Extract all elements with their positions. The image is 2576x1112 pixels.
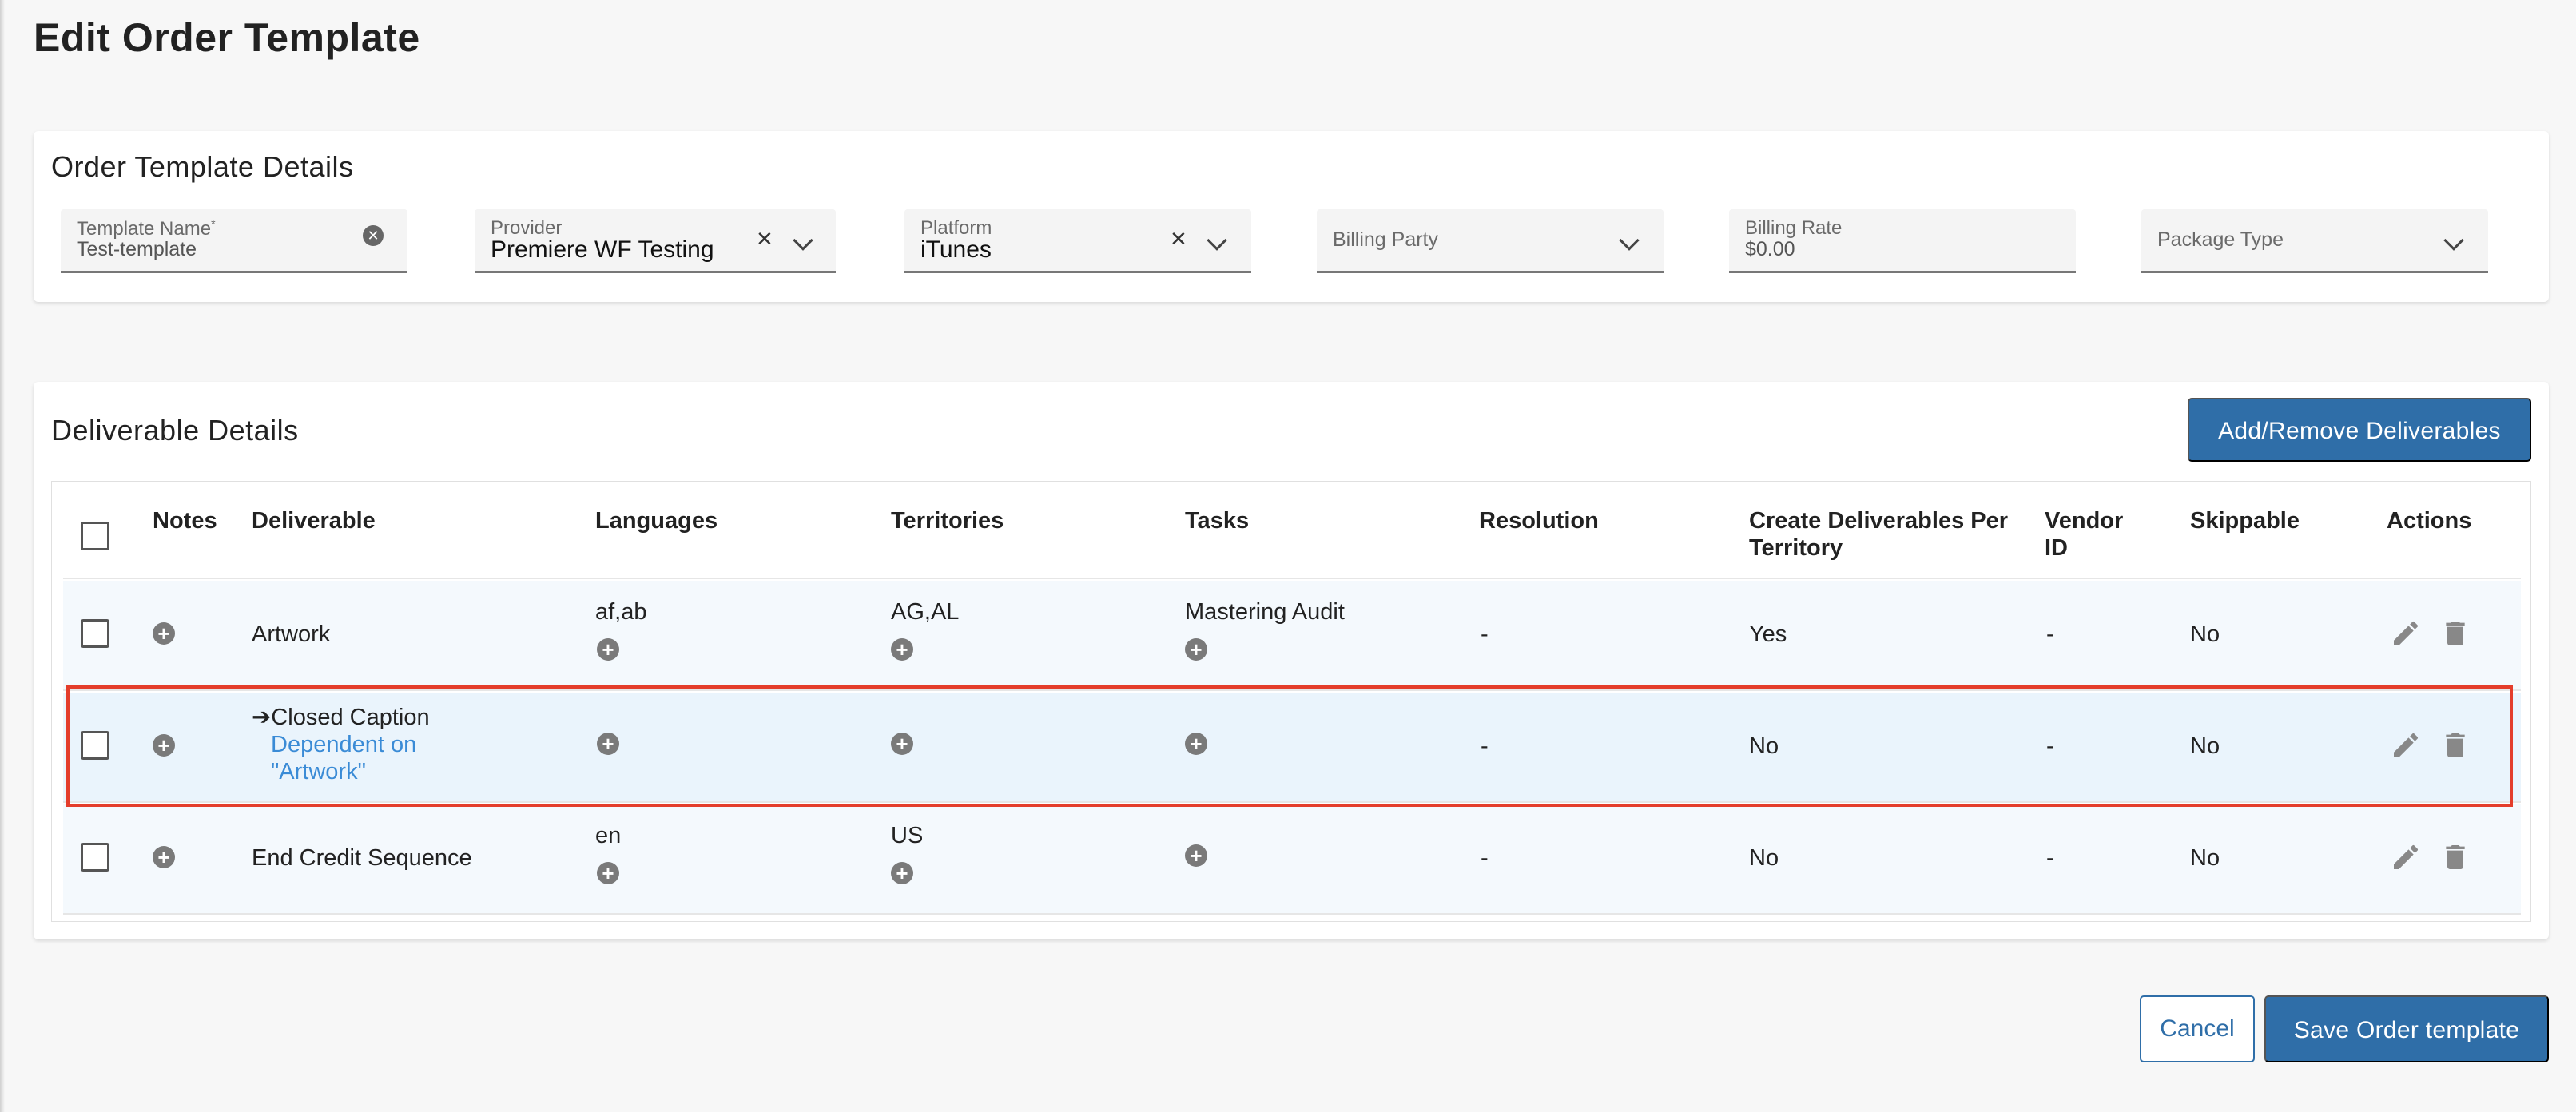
order-template-details-title: Order Template Details — [51, 150, 354, 183]
chevron-down-icon[interactable] — [1619, 230, 1640, 251]
edit-pencil-icon[interactable] — [2390, 729, 2422, 761]
skippable-value: No — [2190, 622, 2220, 647]
resolution-value: - — [1481, 733, 1489, 759]
billing-party-field[interactable]: Billing Party — [1317, 209, 1664, 273]
template-name-field[interactable]: Template Name* Test-template ✕ — [61, 209, 407, 273]
column-header-tasks: Tasks — [1185, 508, 1250, 534]
create-per-territory-value: No — [1749, 845, 1779, 871]
column-header-languages: Languages — [595, 508, 718, 534]
save-order-template-button[interactable]: Save Order template — [2264, 995, 2549, 1062]
column-header-actions: Actions — [2387, 508, 2472, 534]
add-task-icon[interactable]: + — [1185, 733, 1207, 755]
add-language-icon[interactable]: + — [597, 862, 619, 884]
arrow-right-icon: ➔ — [252, 705, 272, 730]
add-territory-icon[interactable]: + — [891, 733, 913, 755]
languages-value: af,ab — [595, 599, 647, 625]
vendor-id-value: - — [2046, 733, 2054, 759]
add-task-icon[interactable]: + — [1185, 638, 1207, 661]
edit-pencil-icon[interactable] — [2390, 841, 2422, 873]
package-type-field[interactable]: Package Type — [2141, 209, 2488, 273]
page-title: Edit Order Template — [34, 15, 420, 60]
column-header-vendor-id: Vendor ID — [2045, 508, 2124, 561]
column-header-create-per-territory: Create Deliverables Per Territory — [1749, 508, 2009, 561]
add-note-icon[interactable]: + — [153, 734, 175, 757]
add-note-icon[interactable]: + — [153, 846, 175, 868]
billing-party-label: Billing Party — [1333, 228, 1438, 251]
billing-rate-label: Billing Rate — [1745, 217, 1843, 239]
add-territory-icon[interactable]: + — [891, 862, 913, 884]
billing-rate-field[interactable]: Billing Rate $0.00 — [1729, 209, 2076, 273]
add-note-icon[interactable]: + — [153, 622, 175, 645]
add-language-icon[interactable]: + — [597, 638, 619, 661]
row-checkbox[interactable] — [81, 843, 109, 872]
add-remove-deliverables-button[interactable]: Add/Remove Deliverables — [2188, 398, 2531, 462]
clear-circle-icon[interactable]: ✕ — [363, 225, 384, 246]
vendor-id-value: - — [2046, 622, 2054, 647]
chevron-down-icon[interactable] — [793, 230, 813, 251]
deliverables-table: Notes Deliverable Languages Territories … — [51, 481, 2531, 922]
deliverable-details-title: Deliverable Details — [51, 414, 299, 447]
vendor-id-value: - — [2046, 845, 2054, 871]
dependency-link[interactable]: Dependent on "Artwork" — [271, 731, 479, 785]
package-type-label: Package Type — [2157, 228, 2284, 251]
row-checkbox[interactable] — [81, 619, 109, 648]
edit-pencil-icon[interactable] — [2390, 618, 2422, 649]
delete-trash-icon[interactable] — [2439, 729, 2471, 761]
delete-trash-icon[interactable] — [2439, 841, 2471, 873]
order-template-details-card: Order Template Details Template Name* Te… — [34, 131, 2549, 302]
column-header-resolution: Resolution — [1479, 508, 1599, 534]
platform-value: iTunes — [920, 236, 992, 263]
provider-value: Premiere WF Testing — [491, 236, 714, 263]
cancel-button[interactable]: Cancel — [2140, 995, 2255, 1062]
languages-value: en — [595, 823, 622, 848]
sidebar-edge — [0, 0, 5, 1112]
add-task-icon[interactable]: + — [1185, 844, 1207, 867]
territories-value: US — [891, 823, 924, 848]
template-name-label: Template Name* — [77, 217, 216, 240]
chevron-down-icon[interactable] — [1207, 230, 1227, 251]
skippable-value: No — [2190, 845, 2220, 871]
platform-field[interactable]: Platform iTunes ✕ — [904, 209, 1251, 273]
column-header-skippable: Skippable — [2190, 508, 2300, 534]
select-all-checkbox[interactable] — [81, 522, 109, 550]
create-per-territory-value: No — [1749, 733, 1779, 759]
deliverable-name: Artwork — [252, 622, 331, 647]
row-checkbox[interactable] — [81, 731, 109, 760]
column-header-territories: Territories — [891, 508, 1004, 534]
tasks-value: Mastering Audit — [1185, 599, 1345, 625]
column-header-deliverable: Deliverable — [252, 508, 376, 534]
delete-trash-icon[interactable] — [2439, 618, 2471, 649]
chevron-down-icon[interactable] — [2443, 230, 2464, 251]
deliverable-name: ➔Closed Caption — [252, 705, 430, 730]
clear-icon[interactable]: ✕ — [756, 227, 773, 252]
table-row: + Artwork af,ab + AG,AL + Mastering Audi… — [63, 581, 2521, 691]
clear-icon[interactable]: ✕ — [1170, 227, 1187, 252]
table-header: Notes Deliverable Languages Territories … — [63, 482, 2521, 579]
provider-field[interactable]: Provider Premiere WF Testing ✕ — [475, 209, 836, 273]
resolution-value: - — [1481, 845, 1489, 871]
deliverable-name: End Credit Sequence — [252, 845, 472, 871]
table-row: + ➔Closed Caption Dependent on "Artwork"… — [63, 693, 2521, 803]
skippable-value: No — [2190, 733, 2220, 759]
column-header-notes: Notes — [153, 508, 217, 534]
territories-value: AG,AL — [891, 599, 960, 625]
template-name-value: Test-template — [77, 238, 197, 260]
resolution-value: - — [1481, 622, 1489, 647]
table-row: + End Credit Sequence en + US + + - No -… — [63, 804, 2521, 915]
add-territory-icon[interactable]: + — [891, 638, 913, 661]
create-per-territory-value: Yes — [1749, 622, 1787, 647]
add-language-icon[interactable]: + — [597, 733, 619, 755]
billing-rate-value: $0.00 — [1745, 238, 1795, 260]
deliverable-details-card: Deliverable Details Add/Remove Deliverab… — [34, 382, 2549, 939]
